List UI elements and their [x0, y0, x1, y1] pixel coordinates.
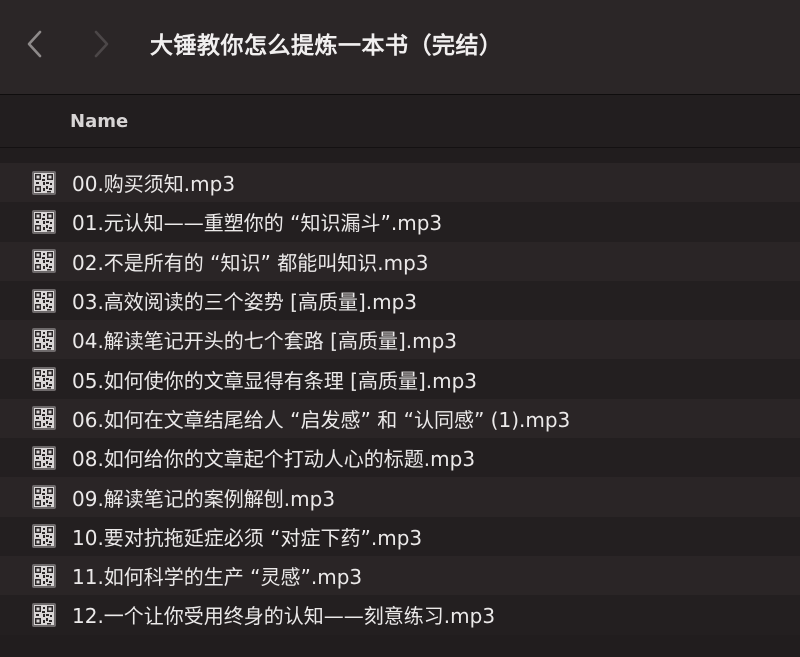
window-title: 大锤教你怎么提炼一本书（完结）: [150, 33, 503, 59]
audio-file-icon: [32, 209, 56, 234]
audio-file-icon: [32, 602, 56, 627]
audio-file-icon: [32, 288, 56, 313]
chevron-left-icon: [27, 30, 42, 58]
audio-file-icon: [32, 406, 56, 431]
file-name: 05.如何使你的文章显得有条理 [高质量].mp3: [72, 368, 478, 393]
file-name: 12.一个让你受用终身的认知——刻意练习.mp3: [72, 604, 496, 629]
audio-file-icon: [32, 524, 56, 549]
audio-file-icon: [32, 485, 56, 510]
file-name: 10.要对抗拖延症必须 “对症下药”.mp3: [72, 525, 423, 550]
file-row-4[interactable]: 04.解读笔记开头的七个套路 [高质量].mp3: [0, 320, 800, 360]
audio-file-icon: [32, 367, 56, 392]
back-button[interactable]: [18, 22, 50, 66]
file-name: 00.购买须知.mp3: [72, 172, 236, 197]
file-name: 06.如何在文章结尾给人 “启发感” 和 “认同感” (1).mp3: [72, 407, 571, 432]
file-name: 09.解读笔记的案例解刨.mp3: [72, 486, 336, 511]
title-bar: 大锤教你怎么提炼一本书（完结）: [0, 0, 800, 95]
column-header: Name: [0, 95, 800, 148]
file-name: 04.解读笔记开头的七个套路 [高质量].mp3: [72, 329, 458, 354]
file-row-1[interactable]: 01.元认知——重塑你的 “知识漏斗”.mp3: [0, 202, 800, 242]
file-name: 08.如何给你的文章起个打动人心的标题.mp3: [72, 447, 476, 472]
file-row-5[interactable]: 05.如何使你的文章显得有条理 [高质量].mp3: [0, 359, 800, 399]
audio-file-icon: [32, 445, 56, 470]
forward-button[interactable]: [86, 22, 118, 66]
file-name: 11.如何科学的生产 “灵感”.mp3: [72, 565, 363, 590]
file-row-10[interactable]: 11.如何科学的生产 “灵感”.mp3: [0, 555, 800, 596]
file-name: 01.元认知——重塑你的 “知识漏斗”.mp3: [72, 211, 443, 236]
name-column-header[interactable]: Name: [70, 111, 128, 132]
file-row-8[interactable]: 09.解读笔记的案例解刨.mp3: [0, 477, 800, 517]
audio-file-icon: [32, 170, 56, 195]
file-row-11[interactable]: 12.一个让你受用终身的认知——刻意练习.mp3: [0, 595, 800, 635]
file-name: 03.高效阅读的三个姿势 [高质量].mp3: [72, 290, 418, 315]
audio-file-icon: [32, 249, 56, 274]
file-row-0[interactable]: 00.购买须知.mp3: [0, 163, 800, 203]
file-row-3[interactable]: 03.高效阅读的三个姿势 [高质量].mp3: [0, 280, 800, 321]
chevron-right-icon: [94, 30, 109, 58]
audio-file-icon: [32, 563, 56, 588]
finder-window: 大锤教你怎么提炼一本书（完结） Name 00.购买须知.mp3 01.元认知—…: [0, 0, 800, 657]
audio-file-icon: [32, 327, 56, 352]
file-row-2[interactable]: 02.不是所有的 “知识” 都能叫知识.mp3: [0, 241, 800, 281]
file-name: 02.不是所有的 “知识” 都能叫知识.mp3: [72, 250, 429, 275]
file-row-6[interactable]: 06.如何在文章结尾给人 “启发感” 和 “认同感” (1).mp3: [0, 398, 800, 439]
file-row-7[interactable]: 08.如何给你的文章起个打动人心的标题.mp3: [0, 438, 800, 478]
file-row-9[interactable]: 10.要对抗拖延症必须 “对症下药”.mp3: [0, 516, 800, 556]
file-list: 00.购买须知.mp3 01.元认知——重塑你的 “知识漏斗”.mp3 02.不…: [0, 163, 800, 635]
